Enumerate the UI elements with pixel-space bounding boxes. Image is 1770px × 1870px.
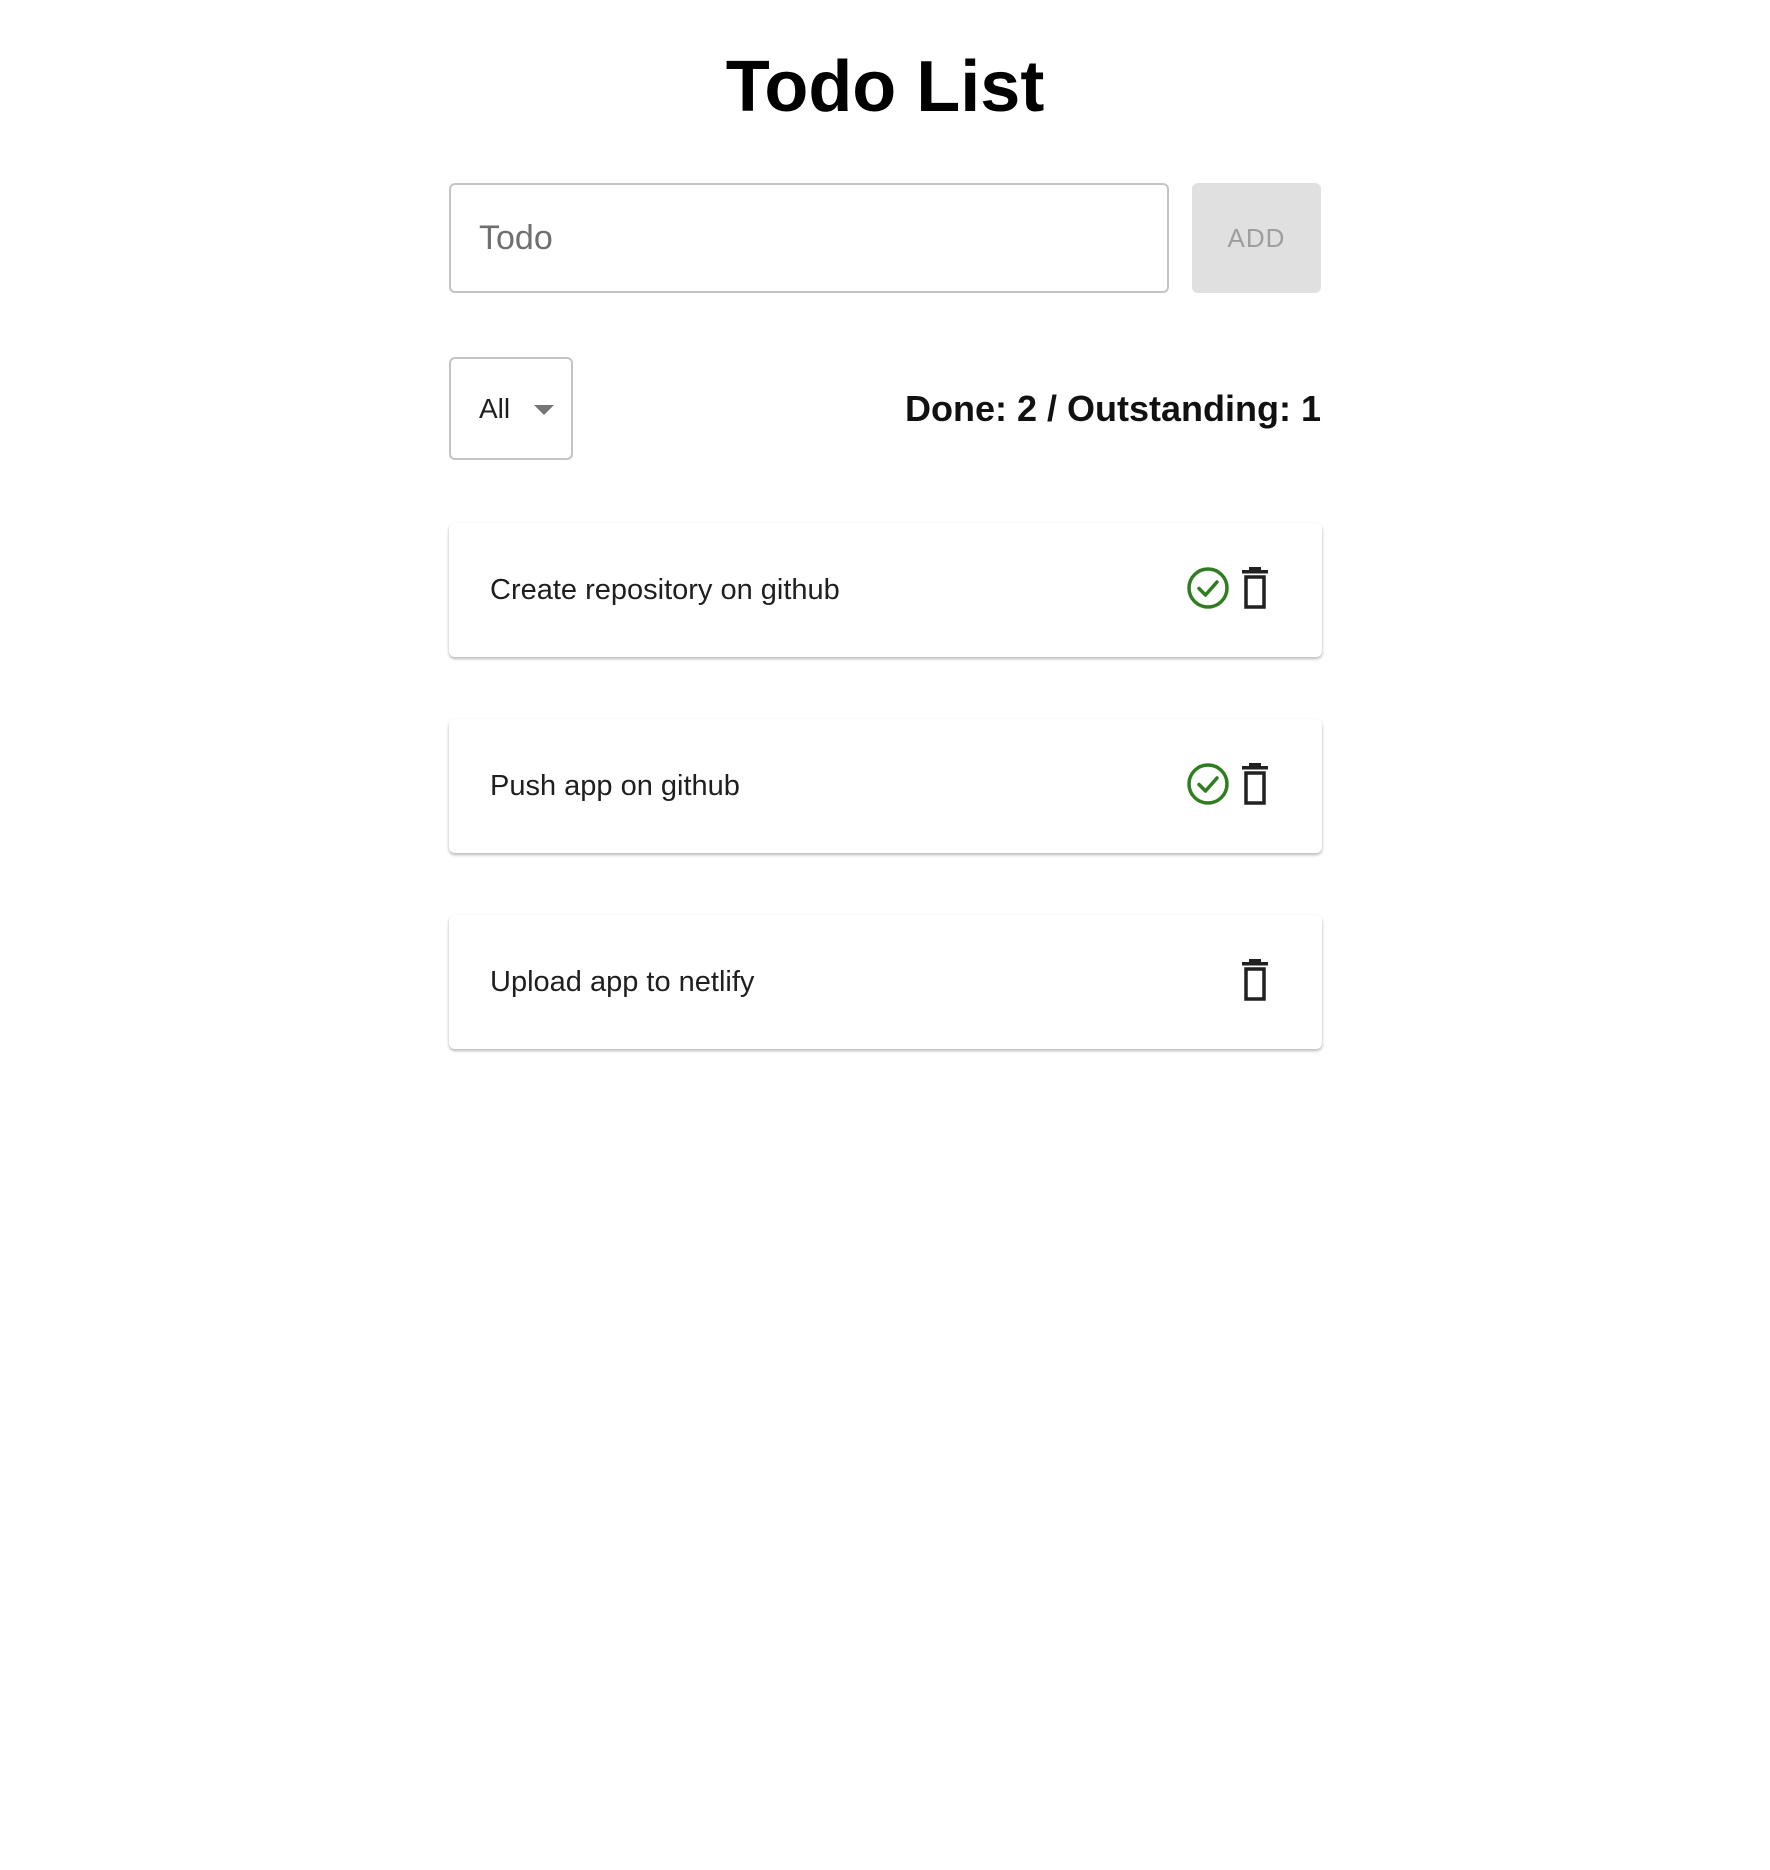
todo-item: Push app on github [449,719,1322,853]
add-button[interactable]: ADD [1192,183,1321,293]
todo-list: Create repository on github Push app on … [449,523,1322,1111]
todo-item: Upload app to netlify [449,915,1322,1049]
check-circle-icon[interactable] [1186,762,1230,806]
filter-selected-value: All [479,392,511,424]
todo-item-label: Create repository on github [490,573,840,606]
trash-icon[interactable] [1236,566,1274,610]
trash-icon[interactable] [1236,958,1274,1002]
filter-select[interactable]: All [449,357,573,460]
check-circle-icon[interactable] [1186,566,1230,610]
trash-icon[interactable] [1236,762,1274,806]
todo-input[interactable] [449,183,1169,293]
chevron-down-icon [534,404,555,415]
todo-item-label: Upload app to netlify [490,965,755,998]
status-summary: Done: 2 / Outstanding: 1 [904,388,1321,429]
todo-item-label: Push app on github [490,769,740,802]
todo-item: Create repository on github [449,523,1322,657]
page-title: Todo List [725,47,1045,127]
